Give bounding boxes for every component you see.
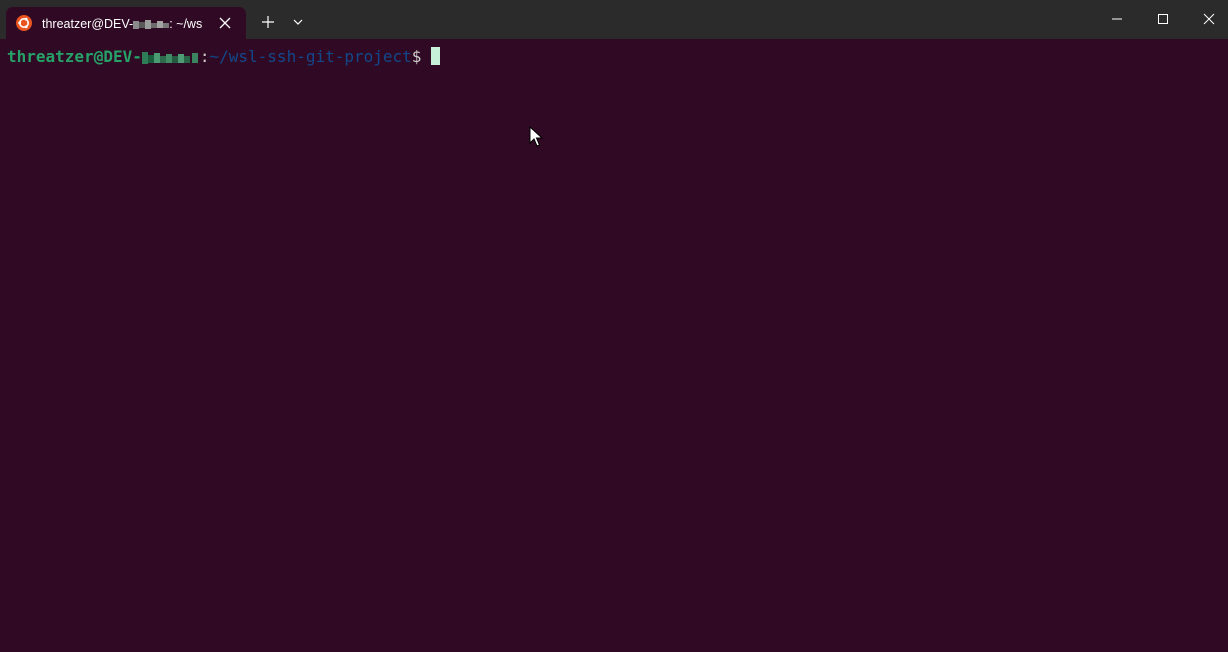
close-icon (219, 17, 231, 29)
tab-close-button[interactable] (216, 14, 234, 32)
tab-title: threatzer@DEV- : ~/ws (42, 15, 212, 33)
tab-title-suffix: : ~/ws (169, 17, 203, 31)
redacted-hostname (141, 51, 198, 64)
maximize-button[interactable] (1140, 0, 1186, 38)
redacted-hostname (133, 19, 170, 29)
mouse-pointer-icon (529, 126, 543, 147)
tab-dropdown-button[interactable] (290, 14, 306, 30)
minimize-icon (1112, 18, 1122, 20)
close-window-button[interactable] (1186, 0, 1228, 38)
tab-title-prefix: threatzer@DEV- (42, 17, 134, 31)
new-tab-button[interactable] (258, 12, 278, 32)
title-bar[interactable]: threatzer@DEV- : ~/ws (0, 0, 1228, 39)
shell-prompt: threatzer@DEV-:~/wsl-ssh-git-project$ (7, 47, 441, 67)
text-cursor (431, 47, 441, 65)
maximize-icon (1158, 14, 1168, 24)
terminal-area[interactable]: threatzer@DEV-:~/wsl-ssh-git-project$ (0, 39, 1228, 652)
close-icon (1203, 13, 1215, 25)
ubuntu-icon (16, 15, 32, 31)
prompt-path: ~/wsl-ssh-git-project (209, 47, 412, 66)
prompt-user-host: threatzer@DEV- (7, 47, 142, 66)
plus-icon (262, 16, 274, 28)
terminal-window: threatzer@DEV- : ~/ws threatzer@DEV-:~/w… (0, 0, 1228, 652)
prompt-colon: : (199, 47, 210, 66)
minimize-button[interactable] (1094, 0, 1140, 38)
prompt-dollar: $ (411, 47, 422, 66)
tab-ubuntu[interactable]: threatzer@DEV- : ~/ws (6, 7, 246, 39)
chevron-down-icon (293, 19, 303, 25)
